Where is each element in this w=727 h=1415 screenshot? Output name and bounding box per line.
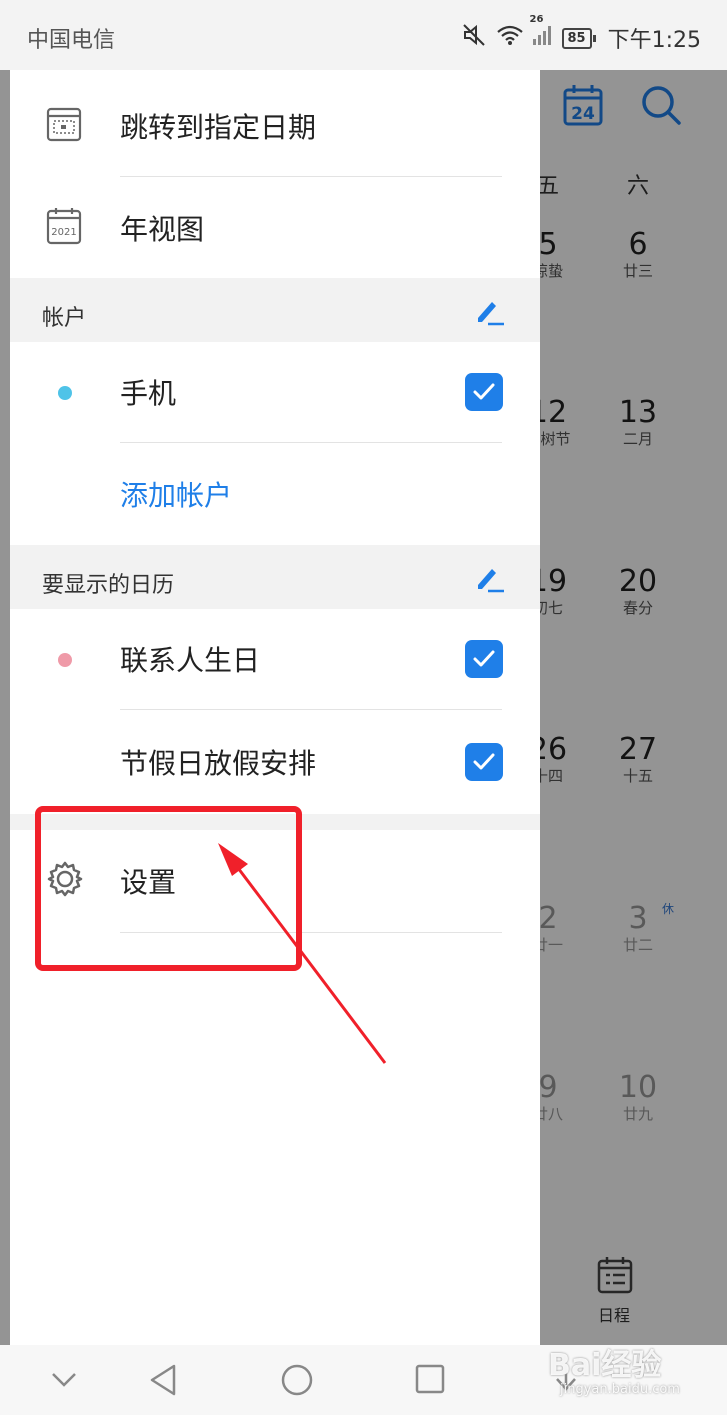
add-account-row[interactable]: 添加帐户 bbox=[10, 443, 540, 545]
status-time: 下午1:25 bbox=[607, 28, 701, 53]
section-title: 帐户 bbox=[42, 306, 87, 331]
calendar-color-dot bbox=[58, 653, 72, 667]
carrier-name: 中国电信 bbox=[27, 28, 116, 53]
account-color-dot bbox=[58, 386, 72, 400]
cellular-signal-icon: 26 bbox=[530, 14, 554, 52]
signal-badge: 26 bbox=[529, 14, 544, 25]
calendar-label: 节假日放假安排 bbox=[120, 747, 317, 780]
nav-home-icon[interactable] bbox=[280, 1363, 314, 1401]
accounts-section-header: 帐户 bbox=[10, 278, 540, 342]
calendar-label: 联系人生日 bbox=[120, 644, 261, 677]
holidays-checkbox[interactable] bbox=[465, 743, 503, 781]
annotation-highlight-box bbox=[35, 806, 302, 971]
account-item-phone[interactable]: 手机 bbox=[10, 342, 540, 442]
account-label: 手机 bbox=[120, 377, 177, 410]
goto-date-label: 跳转到指定日期 bbox=[120, 111, 317, 144]
year-view-label: 年视图 bbox=[120, 213, 205, 246]
year-view-icon: 2021 bbox=[46, 207, 82, 249]
calendar-item-birthdays[interactable]: 联系人生日 bbox=[10, 609, 540, 709]
add-account-link[interactable]: 添加帐户 bbox=[120, 474, 232, 514]
calendar-item-holidays[interactable]: 节假日放假安排 bbox=[10, 710, 540, 814]
account-phone-checkbox[interactable] bbox=[465, 373, 503, 411]
battery-indicator: 85 bbox=[561, 27, 596, 49]
edit-calendars-icon[interactable] bbox=[474, 563, 506, 597]
watermark-url: jingyan.baidu.com bbox=[560, 1382, 680, 1397]
nav-hide-icon[interactable] bbox=[50, 1371, 78, 1393]
svg-text:2021: 2021 bbox=[51, 227, 76, 238]
calendars-section-header: 要显示的日历 bbox=[10, 545, 540, 609]
status-bar: 中国电信 26 85 下午1:25 bbox=[0, 0, 727, 70]
wifi-icon bbox=[496, 24, 524, 52]
birthdays-checkbox[interactable] bbox=[465, 640, 503, 678]
divider bbox=[120, 176, 502, 177]
section-title: 要显示的日历 bbox=[42, 573, 175, 598]
status-icons: 26 85 下午1:25 bbox=[462, 14, 701, 54]
watermark-logo: Bai经验 bbox=[548, 1348, 662, 1383]
menu-item-goto-date[interactable]: 跳转到指定日期 bbox=[10, 74, 540, 178]
goto-date-icon bbox=[46, 106, 82, 146]
mute-icon bbox=[462, 23, 488, 53]
nav-recents-icon[interactable] bbox=[414, 1363, 446, 1399]
menu-item-year-view[interactable]: 2021 年视图 bbox=[10, 178, 540, 278]
edit-accounts-icon[interactable] bbox=[474, 296, 506, 330]
nav-back-icon[interactable] bbox=[148, 1363, 178, 1401]
